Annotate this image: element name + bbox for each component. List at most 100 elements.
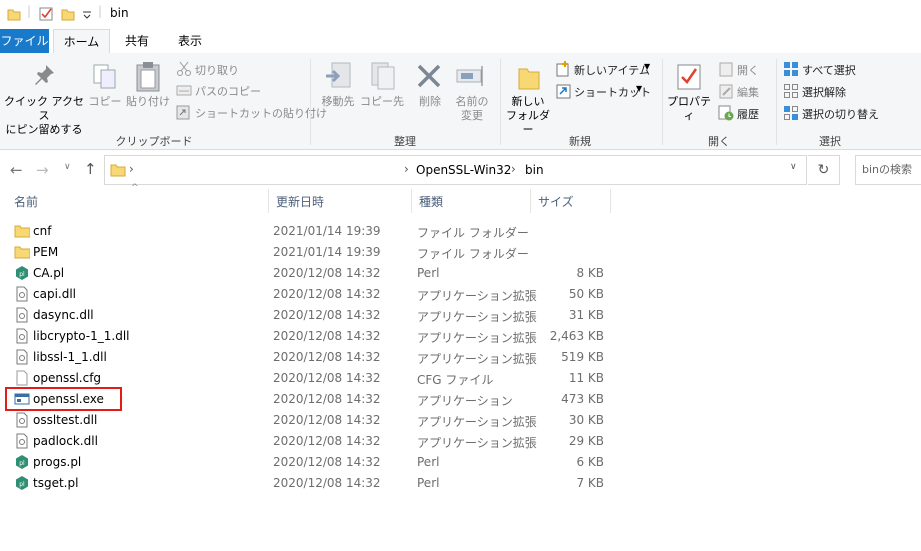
perl-icon: pl	[16, 455, 28, 469]
file-date: 2020/12/08 14:32	[273, 434, 381, 448]
rename-label-line1: 名前の	[455, 95, 489, 108]
sort-indicator-icon: ^	[131, 183, 139, 193]
tab-file[interactable]: ファイル	[0, 29, 49, 53]
file-name: tsget.pl	[33, 476, 79, 490]
address-bar[interactable]: › › OpenSSL-Win32 › bin ∨	[104, 155, 807, 185]
file-row[interactable]: dasync.dll 2020/12/08 14:32 アプリケーション拡張 31 K…	[0, 305, 921, 326]
file-date: 2020/12/08 14:32	[273, 392, 381, 406]
delete-label: 削除	[419, 95, 441, 108]
select-all-label: すべて選択	[802, 64, 856, 77]
file-row[interactable]: openssl.exe 2020/12/08 14:32 アプリケーション 473 K…	[0, 389, 921, 410]
file-type: ファイル フォルダー	[417, 226, 529, 240]
select-all-icon	[784, 62, 798, 76]
file-row[interactable]: pl progs.pl 2020/12/08 14:32 Perl 6 KB	[0, 452, 921, 473]
search-input[interactable]: binの検索	[855, 155, 921, 185]
file-date: 2020/12/08 14:32	[273, 476, 381, 490]
pin-label-line1: クイック アクセス	[4, 95, 84, 122]
file-row[interactable]: padlock.dll 2020/12/08 14:32 アプリケーション拡張 29 …	[0, 431, 921, 452]
file-size: 519 KB	[561, 350, 604, 364]
shortcut-icon	[556, 84, 571, 99]
breadcrumb-item-openssl[interactable]: OpenSSL-Win32	[416, 163, 511, 177]
invert-selection-icon	[784, 106, 798, 120]
tab-home[interactable]: ホーム	[53, 29, 110, 53]
dll-icon	[16, 307, 28, 323]
select-none-icon	[784, 84, 798, 98]
file-row[interactable]: libssl-1_1.dll 2020/12/08 14:32 アプリケーション拡張…	[0, 347, 921, 368]
file-date: 2020/12/08 14:32	[273, 308, 381, 322]
copy-path-icon	[176, 85, 192, 96]
file-row[interactable]: cnf 2021/01/14 19:39 ファイル フォルダー	[0, 221, 921, 242]
file-row[interactable]: pl tsget.pl 2020/12/08 14:32 Perl 7 KB	[0, 473, 921, 494]
refresh-button[interactable]: ↻	[808, 155, 840, 185]
file-name: openssl.cfg	[33, 371, 102, 385]
divider: |	[27, 4, 32, 18]
ribbon-separator	[310, 59, 311, 145]
cut-label: 切り取り	[195, 64, 239, 77]
properties-icon[interactable]	[39, 6, 53, 21]
file-size: 8 KB	[576, 266, 604, 280]
history-icon	[718, 105, 734, 121]
back-arrow-icon[interactable]: ←	[10, 161, 23, 179]
perl-icon: pl	[16, 266, 28, 280]
file-row[interactable]: libcrypto-1_1.dll 2020/12/08 14:32 アプリケーショ…	[0, 326, 921, 347]
group-organize-label: 整理	[394, 135, 416, 148]
move-to-label: 移動先	[321, 95, 355, 108]
file-size: 50 KB	[568, 287, 604, 301]
file-row[interactable]: pl CA.pl 2020/12/08 14:32 Perl 8 KB	[0, 263, 921, 284]
file-row[interactable]: ossltest.dll 2020/12/08 14:32 アプリケーション拡張 30…	[0, 410, 921, 431]
file-row[interactable]: capi.dll 2020/12/08 14:32 アプリケーション拡張 50 KB	[0, 284, 921, 305]
column-header-date[interactable]: 更新日時	[276, 193, 324, 211]
ribbon-separator	[776, 59, 777, 145]
pin-icon	[35, 65, 54, 85]
new-item-label: 新しいアイテム	[574, 64, 650, 77]
column-separator[interactable]	[268, 189, 269, 213]
chevron-down-icon[interactable]	[82, 10, 92, 20]
file-date: 2020/12/08 14:32	[273, 350, 381, 364]
breadcrumb-item-bin[interactable]: bin	[525, 163, 544, 177]
file-size: 11 KB	[568, 371, 604, 385]
group-clipboard-label: クリップボード	[115, 135, 193, 148]
file-size: 7 KB	[576, 476, 604, 490]
copy-to-icon	[371, 62, 395, 90]
file-name: ossltest.dll	[33, 413, 98, 427]
file-date: 2020/12/08 14:32	[273, 287, 381, 301]
tab-share[interactable]: 共有	[115, 29, 159, 53]
tab-view[interactable]: 表示	[168, 29, 212, 53]
recent-locations-chevron-icon[interactable]: ∨	[64, 162, 71, 172]
file-type: アプリケーション拡張	[417, 310, 537, 324]
file-type: Perl	[417, 266, 440, 280]
paste-shortcut-label: ショートカットの貼り付け	[195, 107, 327, 120]
history-label: 履歴	[737, 108, 759, 121]
file-type: アプリケーション拡張	[417, 331, 537, 345]
select-none-label: 選択解除	[802, 86, 846, 99]
file-row[interactable]: PEM 2021/01/14 19:39 ファイル フォルダー	[0, 242, 921, 263]
folder-icon	[7, 9, 21, 21]
file-type: アプリケーション拡張	[417, 352, 537, 366]
column-header-name[interactable]: 名前	[14, 193, 38, 211]
ribbon: クイック アクセス にピン留めする コピー 貼り付け 切り取り パスのコピー シ…	[0, 53, 921, 150]
column-header-size[interactable]: サイズ	[538, 193, 574, 211]
paste-shortcut-icon	[176, 105, 190, 120]
file-size: 30 KB	[568, 413, 604, 427]
up-arrow-icon[interactable]: ↑	[84, 160, 97, 178]
file-name: capi.dll	[33, 287, 77, 301]
new-folder-icon[interactable]	[61, 7, 75, 21]
column-separator[interactable]	[411, 189, 412, 213]
file-size: 2,463 KB	[549, 329, 604, 343]
file-row[interactable]: openssl.cfg 2020/12/08 14:32 CFG ファイル 11 KB	[0, 368, 921, 389]
file-date: 2020/12/08 14:32	[273, 455, 381, 469]
breadcrumb-chevron-icon[interactable]: ›	[404, 162, 409, 176]
column-separator[interactable]	[610, 189, 611, 213]
column-header-type[interactable]: 種類	[419, 193, 443, 211]
window-title: bin	[110, 6, 129, 20]
breadcrumb-chevron-icon[interactable]: ›	[129, 162, 134, 176]
breadcrumb-chevron-icon[interactable]: ›	[511, 162, 516, 176]
forward-arrow-icon[interactable]: →	[36, 161, 49, 179]
copy-to-label: コピー先	[360, 95, 404, 108]
column-separator[interactable]	[530, 189, 531, 213]
dll-icon	[16, 328, 28, 344]
paste-icon	[136, 62, 160, 92]
file-size: 31 KB	[568, 308, 604, 322]
address-dropdown-icon[interactable]: ∨	[790, 162, 797, 172]
file-name: cnf	[33, 224, 52, 238]
